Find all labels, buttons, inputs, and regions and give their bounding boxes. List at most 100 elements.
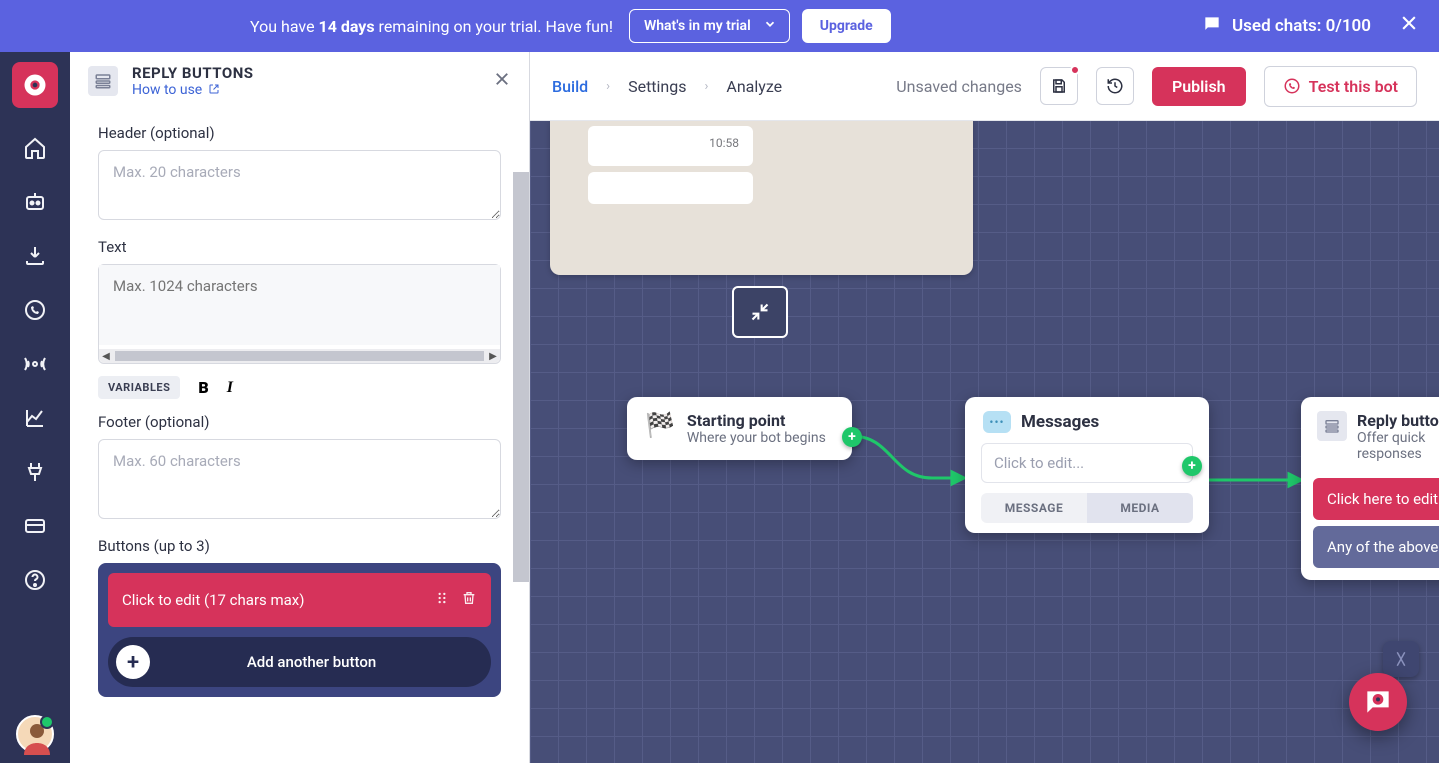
tab-analyze[interactable]: Analyze	[726, 77, 782, 96]
connector-line	[852, 420, 972, 500]
drag-handle-icon[interactable]	[435, 589, 449, 611]
reply-buttons-icon	[1317, 411, 1347, 441]
message-content-input[interactable]: Click to edit... +	[981, 443, 1193, 483]
node-reply-buttons[interactable]: Reply buttons Offer quick responses Clic…	[1301, 397, 1439, 580]
preview-bubble: 10:58	[588, 126, 753, 166]
history-button[interactable]	[1096, 67, 1134, 105]
preview-bubble	[588, 172, 753, 204]
user-avatar[interactable]	[16, 715, 54, 753]
button-row-text: Click to edit (17 chars max)	[122, 591, 423, 609]
reply-buttons-side-panel: REPLY BUTTONS How to use Header (optiona…	[70, 52, 530, 763]
billing-icon[interactable]	[21, 512, 49, 540]
buttons-field-label: Buttons (up to 3)	[98, 537, 501, 555]
chevron-down-icon	[763, 17, 777, 35]
button-editable-row[interactable]: Click to edit (17 chars max)	[108, 573, 491, 627]
bold-button[interactable]: B	[198, 378, 208, 397]
chat-fab-button[interactable]	[1349, 673, 1407, 731]
trial-remaining-text: You have 14 days remaining on your trial…	[250, 17, 613, 36]
variables-button[interactable]: VARIABLES	[98, 376, 180, 399]
italic-button[interactable]: I	[227, 379, 233, 397]
publish-button[interactable]: Publish	[1152, 67, 1246, 106]
add-icon[interactable]: +	[116, 645, 150, 679]
app-logo[interactable]	[12, 62, 58, 108]
add-another-button-row[interactable]: + Add another button	[108, 637, 491, 687]
preview-time: 10:58	[709, 136, 739, 150]
test-bot-button[interactable]: Test this bot	[1264, 66, 1417, 107]
used-chats-label: Used chats:	[1232, 16, 1326, 36]
node-subtitle: Where your bot begins	[687, 430, 826, 446]
tab-separator: ›	[606, 79, 610, 94]
footer-field-label: Footer (optional)	[98, 413, 501, 431]
zoom-controls-button[interactable]	[1383, 641, 1419, 677]
flag-icon: 🏁	[645, 411, 675, 446]
text-scrollbar[interactable]: ◀ ▶	[99, 349, 500, 363]
node-title: Starting point	[687, 411, 826, 430]
text-toolbar: VARIABLES B I	[98, 376, 501, 399]
whatsapp-preview-panel: 10:58	[550, 120, 973, 275]
home-icon[interactable]	[21, 134, 49, 162]
scroll-right-icon[interactable]: ▶	[486, 351, 500, 362]
used-chats: Used chats: 0/100	[1202, 14, 1371, 39]
panel-header: REPLY BUTTONS How to use	[70, 52, 529, 106]
whats-in-trial-button[interactable]: What's in my trial	[629, 9, 790, 43]
close-banner-button[interactable]	[1399, 13, 1419, 39]
reply-option-pill[interactable]: Any of the above	[1313, 526, 1439, 568]
unsaved-indicator-icon	[1070, 65, 1080, 75]
trial-suffix: remaining on your trial. Have fun!	[375, 17, 613, 36]
chat-icon	[1202, 14, 1222, 39]
broadcast-icon[interactable]	[21, 350, 49, 378]
text-input[interactable]	[99, 265, 500, 345]
tab-separator: ›	[705, 79, 709, 94]
collapse-preview-button[interactable]	[732, 286, 788, 338]
analytics-icon[interactable]	[21, 404, 49, 432]
upgrade-button[interactable]: Upgrade	[802, 9, 891, 43]
trial-prefix: You have	[250, 17, 319, 36]
node-subtitle: Offer quick responses	[1357, 430, 1439, 462]
trial-banner: You have 14 days remaining on your trial…	[0, 0, 1439, 52]
how-to-use-link[interactable]: How to use	[132, 82, 254, 98]
add-connection-button[interactable]: +	[1182, 456, 1202, 476]
buttons-container: Click to edit (17 chars max) + Add anoth…	[98, 563, 501, 697]
how-to-use-label: How to use	[132, 82, 202, 98]
header-field-label: Header (optional)	[98, 124, 501, 142]
help-icon[interactable]	[21, 566, 49, 594]
bot-icon[interactable]	[21, 188, 49, 216]
panel-title: REPLY BUTTONS	[132, 64, 254, 82]
messages-icon	[983, 411, 1011, 433]
integrations-icon[interactable]	[21, 458, 49, 486]
node-starting-point[interactable]: 🏁 Starting point Where your bot begins	[627, 397, 852, 460]
node-messages[interactable]: Messages Click to edit... + MESSAGE MEDI…	[965, 397, 1209, 533]
download-icon[interactable]	[21, 242, 49, 270]
node-title: Reply buttons	[1357, 411, 1439, 430]
whatsapp-icon[interactable]	[21, 296, 49, 324]
save-button[interactable]	[1040, 67, 1078, 105]
delete-button-icon[interactable]	[461, 589, 477, 611]
connector-line	[1199, 462, 1309, 502]
node-title: Messages	[1021, 412, 1099, 432]
tab-settings[interactable]: Settings	[628, 77, 686, 96]
used-chats-value: 0/100	[1326, 16, 1371, 36]
footer-input[interactable]	[98, 439, 501, 519]
test-bot-label: Test this bot	[1309, 77, 1398, 96]
flow-canvas[interactable]: 10:58 🏁 Starting point Where your bot be…	[530, 120, 1439, 763]
header-input[interactable]	[98, 150, 501, 220]
builder-topbar: Build › Settings › Analyze Unsaved chang…	[530, 52, 1439, 120]
add-connection-button[interactable]: +	[842, 427, 862, 447]
external-link-icon	[208, 83, 220, 95]
panel-body: Header (optional) Text ◀ ▶ VARIABLES B I…	[70, 106, 529, 763]
tab-message[interactable]: MESSAGE	[981, 493, 1087, 523]
panel-scrollbar[interactable]	[513, 172, 529, 582]
text-input-wrapper: ◀ ▶	[98, 264, 501, 364]
text-field-label: Text	[98, 238, 501, 256]
scroll-track[interactable]	[115, 351, 484, 361]
main-area: Build › Settings › Analyze Unsaved chang…	[530, 52, 1439, 763]
close-panel-button[interactable]	[493, 69, 511, 94]
reply-option-pill[interactable]: Click here to edit	[1313, 478, 1439, 520]
click-to-edit-placeholder: Click to edit...	[994, 454, 1084, 472]
unsaved-changes-label: Unsaved changes	[896, 77, 1022, 96]
scroll-left-icon[interactable]: ◀	[99, 351, 113, 362]
reply-buttons-icon	[88, 66, 118, 96]
tab-build[interactable]: Build	[552, 77, 588, 96]
trial-days: 14 days	[319, 17, 375, 36]
tab-media[interactable]: MEDIA	[1087, 493, 1193, 523]
